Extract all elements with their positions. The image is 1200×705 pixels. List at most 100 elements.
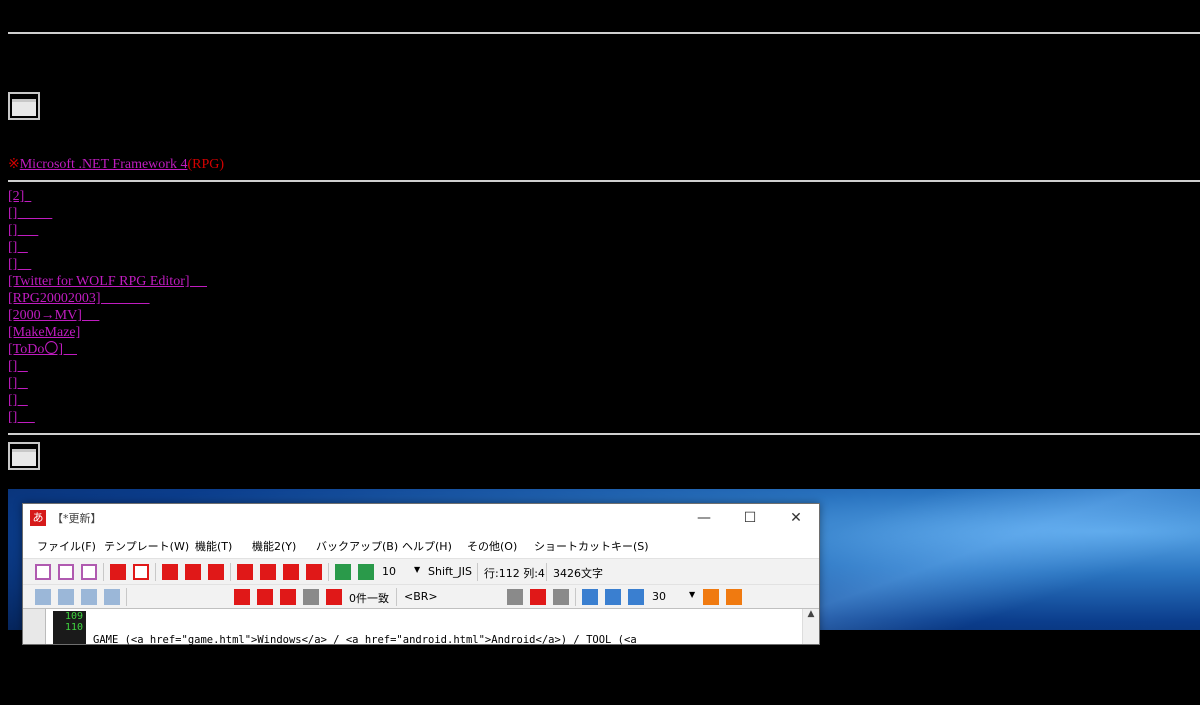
open-file-icon[interactable] [58,564,74,580]
case-icon[interactable] [303,589,319,605]
code-line[interactable]: href="tool.html">Windows</a>)<BR> [93,670,801,681]
line-number: 110 [64,622,83,633]
move-down-icon[interactable] [280,589,296,605]
toolbar-separator [155,563,156,581]
menu-other[interactable]: その他(O) [467,538,517,554]
horizontal-rule-middle [8,180,1200,182]
download-arrow-icon[interactable] [162,564,178,580]
horizontal-rule-bottom [8,433,1200,435]
link-item-twitter-wolf[interactable]: [Twitter for WOLF RPG Editor] [8,273,207,290]
toolbar-main: 10 ▼ Shift_JIS 行:112 列:4 3426文字 [23,558,819,585]
toolbar-separator [546,563,547,581]
toolbar-separator [328,563,329,581]
link-item[interactable]: [] [8,358,207,375]
minimize-button[interactable]: — [681,504,727,532]
last-icon[interactable] [104,589,120,605]
zoom-icon[interactable] [358,564,374,580]
menu-function[interactable]: 機能(T) [195,538,232,554]
tool-icon[interactable] [530,589,546,605]
save-file-icon[interactable] [81,564,97,580]
menu-help[interactable]: ヘルプ(H) [402,538,452,554]
link-list: [2] [] [] [] [] [Twitter for WOLF RPG Ed… [8,188,207,426]
match-count: 0件一致 [349,592,389,605]
new-file-icon[interactable] [35,564,51,580]
chevron-down-icon[interactable]: ▼ [689,590,695,599]
move-up-icon[interactable] [257,589,273,605]
ruler-icon[interactable] [553,589,569,605]
first-icon[interactable] [35,589,51,605]
copy-icon[interactable] [237,564,253,580]
link-item-makemaze[interactable]: [MakeMaze] [8,324,207,341]
toolbar-separator [230,563,231,581]
menu-template[interactable]: テンプレート(W) [104,538,189,554]
link-item[interactable]: [] [8,256,207,273]
dotnet-framework-link[interactable]: Microsoft .NET Framework 4 [20,157,188,172]
bookmark-icon[interactable] [234,589,250,605]
link-item-todo[interactable]: [ToDo〇] [8,341,207,358]
paste-icon[interactable] [260,564,276,580]
code-text[interactable]: GAME (<a href="game.html">Windows</a> / … [93,611,801,705]
menu-backup[interactable]: バックアップ(B) [316,538,398,554]
toolbar-separator [126,588,127,606]
menu-function2[interactable]: 機能2(Y) [252,538,296,554]
scroll-up-icon[interactable]: ▲ [808,609,815,619]
code-line[interactable]: GAME (<a href="game.html">Windows</a> / … [93,635,801,646]
vertical-scrollbar[interactable]: ▲ [802,609,819,644]
note-prefix: ※ [8,157,20,172]
window-icon[interactable] [703,589,719,605]
redo-icon[interactable] [81,589,97,605]
menu-bar: ファイル(F) テンプレート(W) 機能(T) 機能2(Y) バックアップ(B)… [23,534,819,556]
link-item[interactable]: [] [8,222,207,239]
line-numbers: 109 110 [53,611,86,644]
editor-area[interactable]: 109 110 GAME (<a href="game.html">Window… [23,608,819,681]
person-icon[interactable] [582,589,598,605]
toolbar-separator [575,588,576,606]
window-title: 【*更新】 [52,512,102,525]
link-item[interactable]: [] [8,392,207,409]
search-input[interactable]: <BR> [404,590,438,603]
clock-icon[interactable] [628,589,644,605]
chevron-down-icon[interactable]: ▼ [414,565,420,574]
delete-line-icon[interactable] [110,564,126,580]
link-item[interactable]: [] [8,409,207,426]
editor-gutter [23,609,46,644]
close-button[interactable]: ✕ [773,504,819,532]
find-icon[interactable] [335,564,351,580]
line-number: 109 [64,611,83,622]
note-suffix: (RPG) [187,157,225,172]
encoding-label: Shift_JIS [428,565,472,578]
cursor-position: 行:112 列:4 [484,567,545,580]
sparkle-icon[interactable] [208,564,224,580]
menu-file[interactable]: ファイル(F) [37,538,96,554]
horizontal-rule-top [8,32,1200,34]
maximize-button[interactable]: ☐ [727,504,773,532]
layers-icon[interactable] [507,589,523,605]
toolbar-separator [477,563,478,581]
menu-shortcut-keys[interactable]: ショートカットキー(S) [534,538,649,554]
font-size-select[interactable]: 10 [382,565,396,578]
broken-image-icon [8,92,40,120]
requirement-note: ※Microsoft .NET Framework 4(RPG) [8,156,224,173]
link-item[interactable]: [2] [8,188,207,205]
link-item[interactable]: [] [8,375,207,392]
rss-icon[interactable] [726,589,742,605]
print-icon[interactable] [306,564,322,580]
link-item[interactable]: [] [8,239,207,256]
replace-icon[interactable] [326,589,342,605]
window-titlebar[interactable]: あ 【*更新】 — ☐ ✕ [23,504,819,532]
app-icon: あ [30,510,46,526]
toolbar-separator [103,563,104,581]
link-item-rpg2000-2003[interactable]: [RPG20002003] [8,290,207,307]
twitter-icon[interactable] [605,589,621,605]
toolbar-secondary: 0件一致 <BR> 30 ▼ [23,584,819,609]
undo-icon[interactable] [58,589,74,605]
character-count: 3426文字 [553,567,603,580]
recycle-icon[interactable] [283,564,299,580]
link-item-2000-to-mv[interactable]: [2000→MV] [8,307,207,324]
broken-image-icon [8,442,40,470]
editor-window: あ 【*更新】 — ☐ ✕ ファイル(F) テンプレート(W) 機能(T) 機能… [22,503,820,681]
reload-icon[interactable] [185,564,201,580]
blank-page-icon[interactable] [133,564,149,580]
zoom-select[interactable]: 30 [652,590,666,603]
link-item[interactable]: [] [8,205,207,222]
